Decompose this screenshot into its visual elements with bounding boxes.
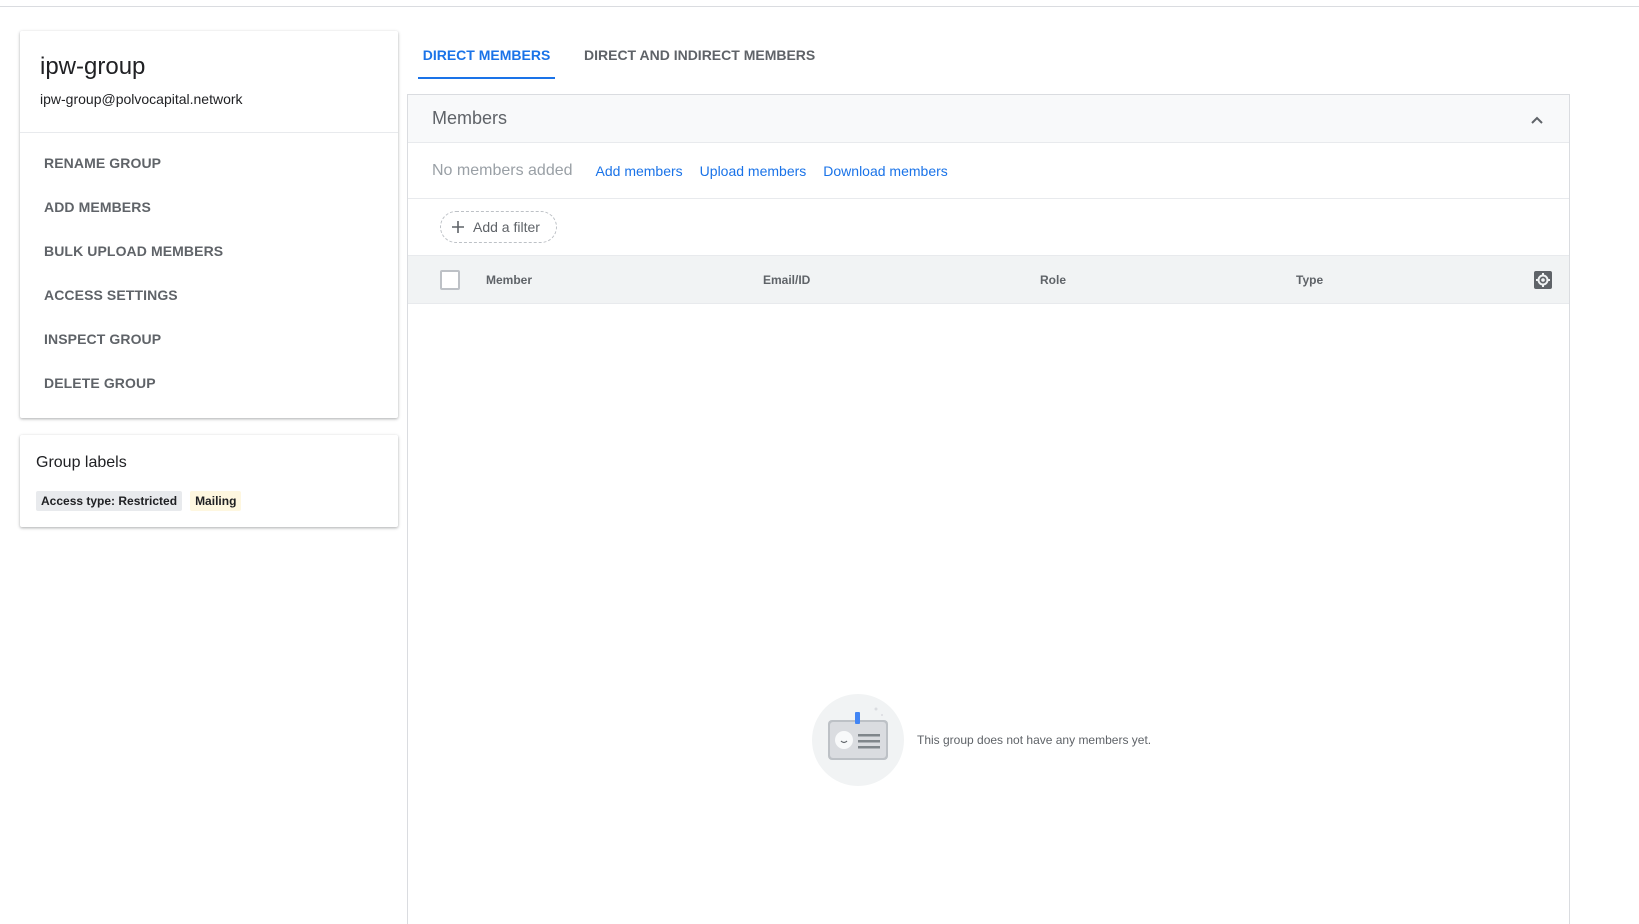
plus-icon — [452, 221, 464, 233]
group-email: ipw-group@polvocapital.network — [40, 91, 243, 107]
column-member[interactable]: Member — [486, 256, 532, 303]
add-filter-button[interactable]: Add a filter — [440, 211, 557, 243]
members-header: Members — [408, 95, 1569, 143]
group-actions-list: RENAME GROUP ADD MEMBERS BULK UPLOAD MEM… — [20, 133, 398, 405]
delete-group-button[interactable]: DELETE GROUP — [20, 361, 398, 405]
top-divider — [0, 6, 1639, 7]
empty-state: This group does not have any members yet… — [812, 694, 1157, 786]
members-toolbar: No members added Add members Upload memb… — [408, 143, 1569, 199]
access-type-chip: Access type: Restricted — [36, 491, 183, 511]
members-title: Members — [432, 108, 508, 128]
empty-state-message: This group does not have any members yet… — [917, 732, 1152, 747]
inspect-group-button[interactable]: INSPECT GROUP — [20, 317, 398, 361]
empty-members-illustration — [812, 694, 904, 786]
group-labels-chips: Access type: Restricted Mailing — [36, 491, 382, 511]
rename-group-button[interactable]: RENAME GROUP — [20, 141, 398, 185]
settings-icon[interactable] — [1533, 270, 1553, 290]
group-header: ipw-group ipw-group@polvocapital.network — [20, 31, 398, 133]
column-role[interactable]: Role — [1040, 256, 1066, 303]
members-status: No members added — [432, 161, 573, 179]
download-members-link[interactable]: Download members — [823, 163, 948, 179]
filter-row: Add a filter — [408, 199, 1569, 255]
access-settings-button[interactable]: ACCESS SETTINGS — [20, 273, 398, 317]
column-type[interactable]: Type — [1296, 256, 1323, 303]
add-members-button[interactable]: ADD MEMBERS — [20, 185, 398, 229]
mailing-chip: Mailing — [190, 491, 242, 511]
group-labels-title: Group labels — [36, 454, 127, 471]
members-panel: Members No members added Add members Upl… — [407, 94, 1570, 924]
add-filter-label: Add a filter — [473, 219, 540, 235]
chevron-up-icon[interactable] — [1529, 112, 1545, 128]
tab-direct-and-indirect-members[interactable]: DIRECT AND INDIRECT MEMBERS — [584, 36, 815, 79]
select-all-checkbox[interactable] — [440, 270, 460, 290]
upload-members-link[interactable]: Upload members — [700, 163, 807, 179]
add-members-link[interactable]: Add members — [596, 163, 683, 179]
bulk-upload-members-button[interactable]: BULK UPLOAD MEMBERS — [20, 229, 398, 273]
group-labels-card: Group labels Access type: Restricted Mai… — [20, 435, 398, 527]
group-name: ipw-group — [40, 53, 146, 80]
tab-direct-members[interactable]: DIRECT MEMBERS — [418, 36, 555, 79]
group-info-card: ipw-group ipw-group@polvocapital.network… — [20, 31, 398, 418]
column-email-id[interactable]: Email/ID — [763, 256, 810, 303]
members-table-header: Member Email/ID Role Type — [408, 255, 1569, 304]
